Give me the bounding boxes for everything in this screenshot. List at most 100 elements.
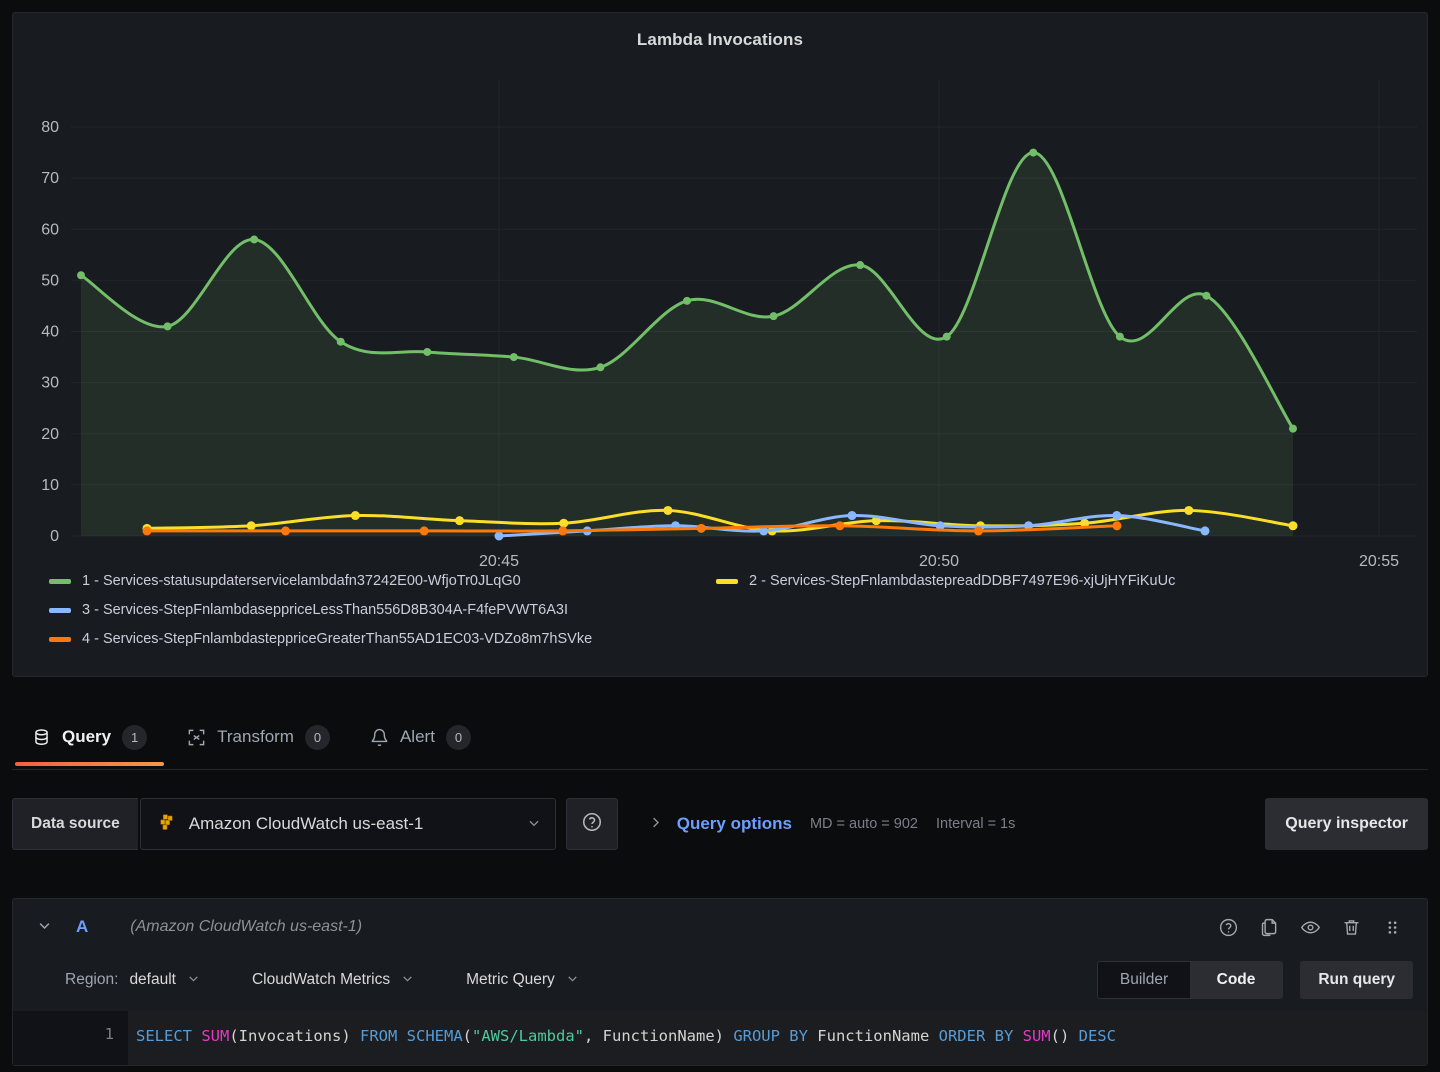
- query-row-header: A (Amazon CloudWatch us-east-1): [13, 899, 1427, 955]
- data-point[interactable]: [281, 526, 291, 536]
- data-point[interactable]: [350, 511, 360, 521]
- data-point[interactable]: [423, 347, 432, 356]
- datasource-picker[interactable]: Amazon CloudWatch us-east-1: [139, 798, 556, 850]
- data-point[interactable]: [163, 322, 172, 331]
- sql-token: ORDER BY: [938, 1027, 1014, 1045]
- data-point[interactable]: [455, 516, 465, 526]
- data-point[interactable]: [559, 518, 569, 528]
- timeseries-chart[interactable]: 0 10 20 30 40 50 60 70 80 20:45 20:50 20:55: [13, 71, 1429, 571]
- data-point[interactable]: [1289, 424, 1297, 433]
- sql-token: "AWS/Lambda": [472, 1027, 584, 1045]
- legend-label: 2 - Services-StepFnlambdastepreadDDBF749…: [749, 573, 1176, 589]
- data-point[interactable]: [1112, 511, 1122, 521]
- data-point[interactable]: [246, 521, 256, 531]
- line-number: 1: [104, 1025, 114, 1043]
- toggle-query-visibility-icon[interactable]: [1300, 917, 1321, 938]
- chevron-down-icon: [401, 972, 414, 988]
- data-point[interactable]: [77, 271, 85, 280]
- duplicate-query-icon[interactable]: [1259, 917, 1280, 938]
- data-point[interactable]: [835, 521, 845, 531]
- run-query-button[interactable]: Run query: [1300, 961, 1413, 999]
- sql-token: (Invocations): [229, 1027, 360, 1045]
- y-axis-tick-label: 80: [41, 119, 59, 136]
- data-point[interactable]: [509, 353, 518, 362]
- data-point[interactable]: [558, 526, 568, 536]
- y-axis-tick-label: 40: [41, 324, 59, 341]
- tab-transform[interactable]: Transform 0: [167, 712, 350, 762]
- sql-code-editor[interactable]: 1 SELECT SUM(Invocations) FROM SCHEMA("A…: [13, 1011, 1427, 1065]
- data-point[interactable]: [1200, 526, 1210, 536]
- data-point[interactable]: [1029, 148, 1038, 157]
- chevron-down-icon: [187, 972, 200, 988]
- query-options-label: Query options: [676, 814, 792, 833]
- toggle-builder[interactable]: Builder: [1098, 962, 1190, 998]
- tab-alert-label: Alert: [399, 727, 435, 746]
- help-icon[interactable]: [1218, 917, 1239, 938]
- collapse-query-icon[interactable]: [27, 912, 62, 942]
- toggle-code[interactable]: Code: [1190, 962, 1282, 998]
- tab-alert[interactable]: Alert 0: [350, 712, 491, 762]
- legend-item-2[interactable]: 2 - Services-StepFnlambdastepreadDDBF749…: [716, 573, 1336, 589]
- sql-query-text[interactable]: SELECT SUM(Invocations) FROM SCHEMA("AWS…: [128, 1011, 1427, 1065]
- legend-label: 3 - Services-StepFnlambdaseppriceLessTha…: [82, 602, 568, 618]
- query-options-bar: Region: default CloudWatch Metrics Metri…: [13, 955, 1427, 1005]
- query-mode-select[interactable]: Metric Query: [466, 971, 579, 989]
- interval-text: Interval = 1s: [935, 816, 1016, 832]
- region-select[interactable]: Region: default: [65, 971, 200, 989]
- legend-color-swatch: [49, 636, 71, 642]
- cloudwatch-icon: [155, 811, 177, 838]
- y-axis-tick-label: 0: [50, 528, 59, 545]
- namespace-value: CloudWatch Metrics: [251, 971, 391, 988]
- data-point[interactable]: [596, 363, 605, 372]
- data-point[interactable]: [1115, 332, 1124, 341]
- data-point[interactable]: [856, 261, 865, 270]
- data-point[interactable]: [1288, 521, 1298, 531]
- data-point[interactable]: [683, 296, 691, 305]
- data-point[interactable]: [1202, 291, 1211, 300]
- data-point[interactable]: [419, 526, 429, 536]
- datasource-label: Data source: [12, 798, 138, 850]
- legend-color-swatch: [49, 607, 71, 613]
- drag-handle-icon[interactable]: [1382, 917, 1403, 938]
- data-point[interactable]: [769, 312, 778, 321]
- data-point[interactable]: [973, 526, 983, 536]
- data-point[interactable]: [696, 523, 706, 533]
- data-point[interactable]: [250, 235, 259, 244]
- query-mode-value: Metric Query: [466, 971, 555, 988]
- tab-query[interactable]: Query 1: [12, 712, 167, 766]
- query-ref-id[interactable]: A: [76, 917, 88, 937]
- legend-color-swatch: [716, 578, 738, 584]
- query-options-toggle[interactable]: Query options: [648, 814, 792, 834]
- y-axis-tick-label: 50: [41, 272, 59, 289]
- y-axis-tick-label: 10: [41, 477, 59, 494]
- data-point[interactable]: [1112, 521, 1122, 531]
- question-circle-icon: [581, 811, 603, 838]
- legend-item-4[interactable]: 4 - Services-StepFnlambdasteppriceGreate…: [49, 631, 1377, 647]
- data-point[interactable]: [663, 505, 673, 515]
- query-inspector-button[interactable]: Query inspector: [1265, 798, 1428, 850]
- data-point[interactable]: [942, 332, 951, 341]
- sql-token: GROUP BY: [733, 1027, 808, 1045]
- datasource-selected-value: Amazon CloudWatch us-east-1: [188, 814, 424, 833]
- data-point[interactable]: [847, 511, 857, 521]
- data-point[interactable]: [336, 337, 345, 346]
- tab-query-label: Query: [62, 727, 112, 746]
- database-icon: [32, 728, 51, 747]
- x-axis-tick-label: 20:55: [1359, 553, 1399, 570]
- data-point[interactable]: [1184, 505, 1194, 515]
- chart-legend: 1 - Services-statusupdaterservicelambdaf…: [49, 573, 1399, 647]
- data-point[interactable]: [142, 526, 152, 536]
- graph-panel: Lambda Invocations 0 10 20 30 40 50 60 70 80 20:4…: [12, 12, 1428, 677]
- legend-item-3[interactable]: 3 - Services-StepFnlambdaseppriceLessTha…: [49, 602, 1377, 618]
- chart-area[interactable]: 0 10 20 30 40 50 60 70 80 20:45 20:50 20:55: [13, 71, 1429, 571]
- datasource-help-button[interactable]: [565, 798, 618, 850]
- chevron-down-icon: [566, 972, 579, 988]
- query-editor-row-a: A (Amazon CloudWatch us-east-1) Region: …: [12, 898, 1428, 1066]
- delete-query-icon[interactable]: [1341, 917, 1362, 938]
- tab-query-badge: 1: [122, 724, 148, 750]
- data-point[interactable]: [494, 531, 504, 541]
- legend-item-1[interactable]: 1 - Services-statusupdaterservicelambdaf…: [49, 573, 694, 589]
- namespace-select[interactable]: CloudWatch Metrics: [252, 971, 414, 989]
